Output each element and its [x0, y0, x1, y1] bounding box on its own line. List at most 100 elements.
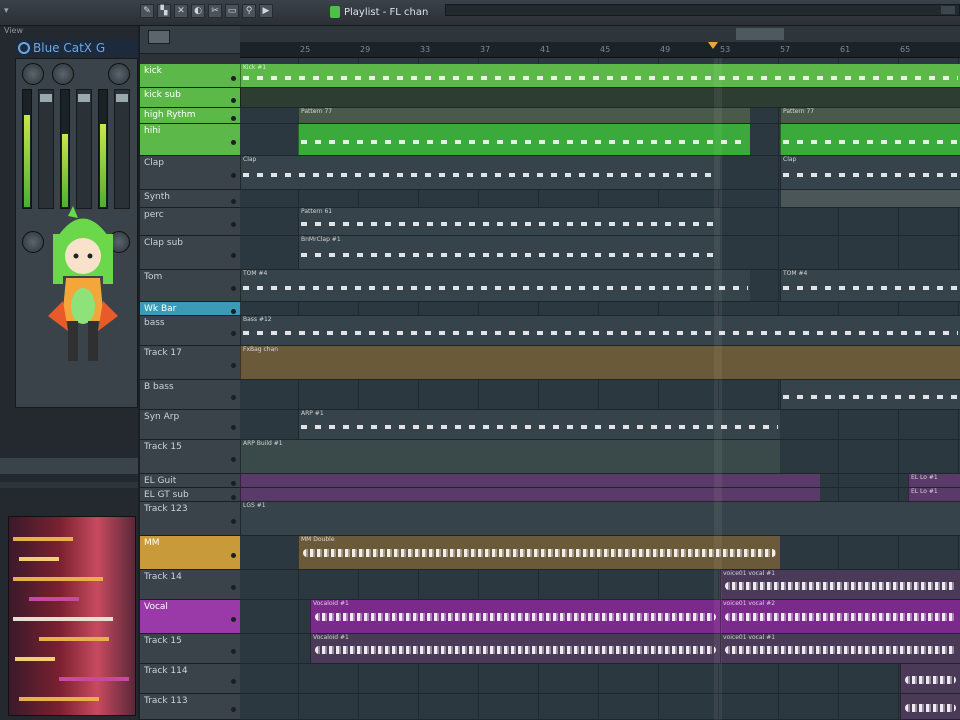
zoom-icon[interactable]: ⚲ — [242, 4, 256, 18]
playlist-lane[interactable]: ARP Build #1 — [240, 440, 960, 474]
pattern-clip[interactable]: voice01 vocal #1 — [720, 634, 960, 663]
pattern-clip[interactable]: voice01 vocal #2 — [720, 600, 960, 633]
playlist-lane[interactable]: TOM #4 TOM #4 — [240, 270, 960, 302]
mute-led-icon[interactable] — [231, 456, 236, 462]
volume-fader[interactable] — [76, 89, 92, 209]
pattern-clip[interactable] — [780, 124, 960, 155]
playlist-lane[interactable]: Pattern 61 — [240, 208, 960, 236]
track-header[interactable]: Tom — [140, 270, 240, 302]
track-menu-button[interactable] — [148, 30, 170, 44]
volume-fader[interactable] — [38, 89, 54, 209]
pattern-clip[interactable]: BnMrClap #1 — [298, 236, 720, 269]
pattern-clip[interactable]: Vocaloid #1 — [310, 600, 720, 633]
mute-icon[interactable]: ◐ — [191, 4, 205, 18]
pattern-clip[interactable]: voice01 vocal #1 — [720, 570, 960, 599]
mute-led-icon[interactable] — [231, 362, 236, 368]
track-header[interactable]: perc — [140, 208, 240, 236]
mute-led-icon[interactable] — [231, 480, 236, 486]
volume-fader[interactable] — [114, 89, 130, 209]
mute-led-icon[interactable] — [231, 172, 236, 178]
track-header[interactable]: EL Guit — [140, 474, 240, 488]
pan-knob[interactable] — [52, 63, 74, 85]
track-header[interactable]: Track 15 — [140, 440, 240, 474]
mute-led-icon[interactable] — [231, 552, 236, 558]
mute-led-icon[interactable] — [231, 308, 236, 314]
mute-led-icon[interactable] — [231, 584, 236, 590]
mute-led-icon[interactable] — [231, 198, 236, 204]
track-header[interactable]: kick sub — [140, 88, 240, 108]
track-header[interactable]: EL GT sub — [140, 488, 240, 502]
track-header[interactable]: Track 15 — [140, 634, 240, 664]
playhead-marker-icon[interactable] — [708, 42, 718, 49]
track-header[interactable]: B bass — [140, 380, 240, 410]
select-icon[interactable]: ▭ — [225, 4, 239, 18]
track-header[interactable]: Clap — [140, 156, 240, 190]
pattern-clip[interactable]: EL Lo #1 — [908, 488, 960, 501]
playlist-lane[interactable]: FxBag chan — [240, 346, 960, 380]
mute-led-icon[interactable] — [231, 221, 236, 227]
playlist-lane[interactable]: Vocaloid #1 voice01 vocal #2 — [240, 600, 960, 634]
pattern-clip[interactable]: Pattern 77 — [780, 108, 960, 123]
playlist-lane[interactable] — [240, 124, 960, 156]
mute-led-icon[interactable] — [231, 678, 236, 684]
playlist-lane[interactable]: Bass #12 — [240, 316, 960, 346]
pattern-clip[interactable]: MM Double — [298, 536, 780, 569]
playlist-lane[interactable] — [240, 190, 960, 208]
track-header[interactable]: Clap sub — [140, 236, 240, 270]
scroll-handle[interactable] — [736, 28, 784, 40]
mute-led-icon[interactable] — [231, 330, 236, 336]
slice-icon[interactable]: ✂ — [208, 4, 222, 18]
pattern-clip[interactable]: EL Lo #1 — [908, 474, 960, 487]
track-header[interactable]: Synth — [140, 190, 240, 208]
delete-icon[interactable]: ✕ — [174, 4, 188, 18]
pattern-clip[interactable] — [900, 664, 960, 693]
pattern-clip[interactable]: FxBag chan — [240, 346, 960, 379]
pattern-clip[interactable]: Clap — [780, 156, 960, 189]
playlist-lane[interactable] — [240, 380, 960, 410]
pattern-clip[interactable]: LGS #1 — [240, 502, 960, 535]
mute-led-icon[interactable] — [231, 706, 236, 712]
pattern-clip[interactable]: Kick #1 — [240, 64, 960, 87]
playlist-lane[interactable] — [240, 664, 960, 694]
playlist-lane[interactable]: MM Double — [240, 536, 960, 570]
app-menu[interactable]: ▾ — [4, 6, 9, 16]
mute-led-icon[interactable] — [231, 616, 236, 622]
pattern-clip[interactable]: Clap — [240, 156, 720, 189]
mute-led-icon[interactable] — [231, 424, 236, 430]
track-header[interactable]: Track 14 — [140, 570, 240, 600]
gain-knob[interactable] — [22, 63, 44, 85]
track-header[interactable]: Track 114 — [140, 664, 240, 694]
mute-led-icon[interactable] — [231, 115, 236, 121]
track-header[interactable]: Vocal — [140, 600, 240, 634]
mute-led-icon[interactable] — [231, 285, 236, 291]
pattern-clip[interactable] — [900, 694, 960, 719]
playlist-lane[interactable]: EL Lo #1 — [240, 488, 960, 502]
pattern-clip[interactable] — [780, 380, 960, 409]
mute-led-icon[interactable] — [231, 139, 236, 145]
track-header[interactable]: Syn Arp — [140, 410, 240, 440]
track-header[interactable]: MM — [140, 536, 240, 570]
pattern-clip[interactable] — [780, 190, 960, 207]
mute-led-icon[interactable] — [231, 97, 236, 103]
pattern-clip[interactable]: Vocaloid #1 — [310, 634, 720, 663]
mute-led-icon[interactable] — [231, 394, 236, 400]
timeline-ruler[interactable]: 25 29 33 37 41 45 49 53 57 61 65 — [240, 42, 960, 58]
output-knob[interactable] — [108, 63, 130, 85]
pattern-clip[interactable] — [240, 488, 820, 501]
pattern-clip[interactable]: Pattern 77 — [298, 108, 750, 123]
playlist-lane[interactable] — [240, 302, 960, 316]
playlist-lane[interactable]: voice01 vocal #1 — [240, 570, 960, 600]
track-header[interactable]: kick — [140, 64, 240, 88]
play-icon[interactable]: ▶ — [259, 4, 273, 18]
pattern-clip[interactable]: ARP Build #1 — [240, 440, 780, 473]
pattern-clip[interactable]: Bass #12 — [240, 316, 960, 345]
overview-scroll[interactable] — [445, 4, 960, 16]
mute-led-icon[interactable] — [231, 75, 236, 81]
playlist-lane[interactable] — [240, 694, 960, 720]
track-header[interactable]: hihi — [140, 124, 240, 156]
playlist-lane[interactable]: Kick #1 — [240, 64, 960, 88]
playlist-lane[interactable]: ARP #1 — [240, 410, 960, 440]
pattern-clip[interactable]: TOM #4 — [780, 270, 960, 301]
playlist-lane[interactable]: EL Lo #1 — [240, 474, 960, 488]
mute-led-icon[interactable] — [231, 648, 236, 654]
